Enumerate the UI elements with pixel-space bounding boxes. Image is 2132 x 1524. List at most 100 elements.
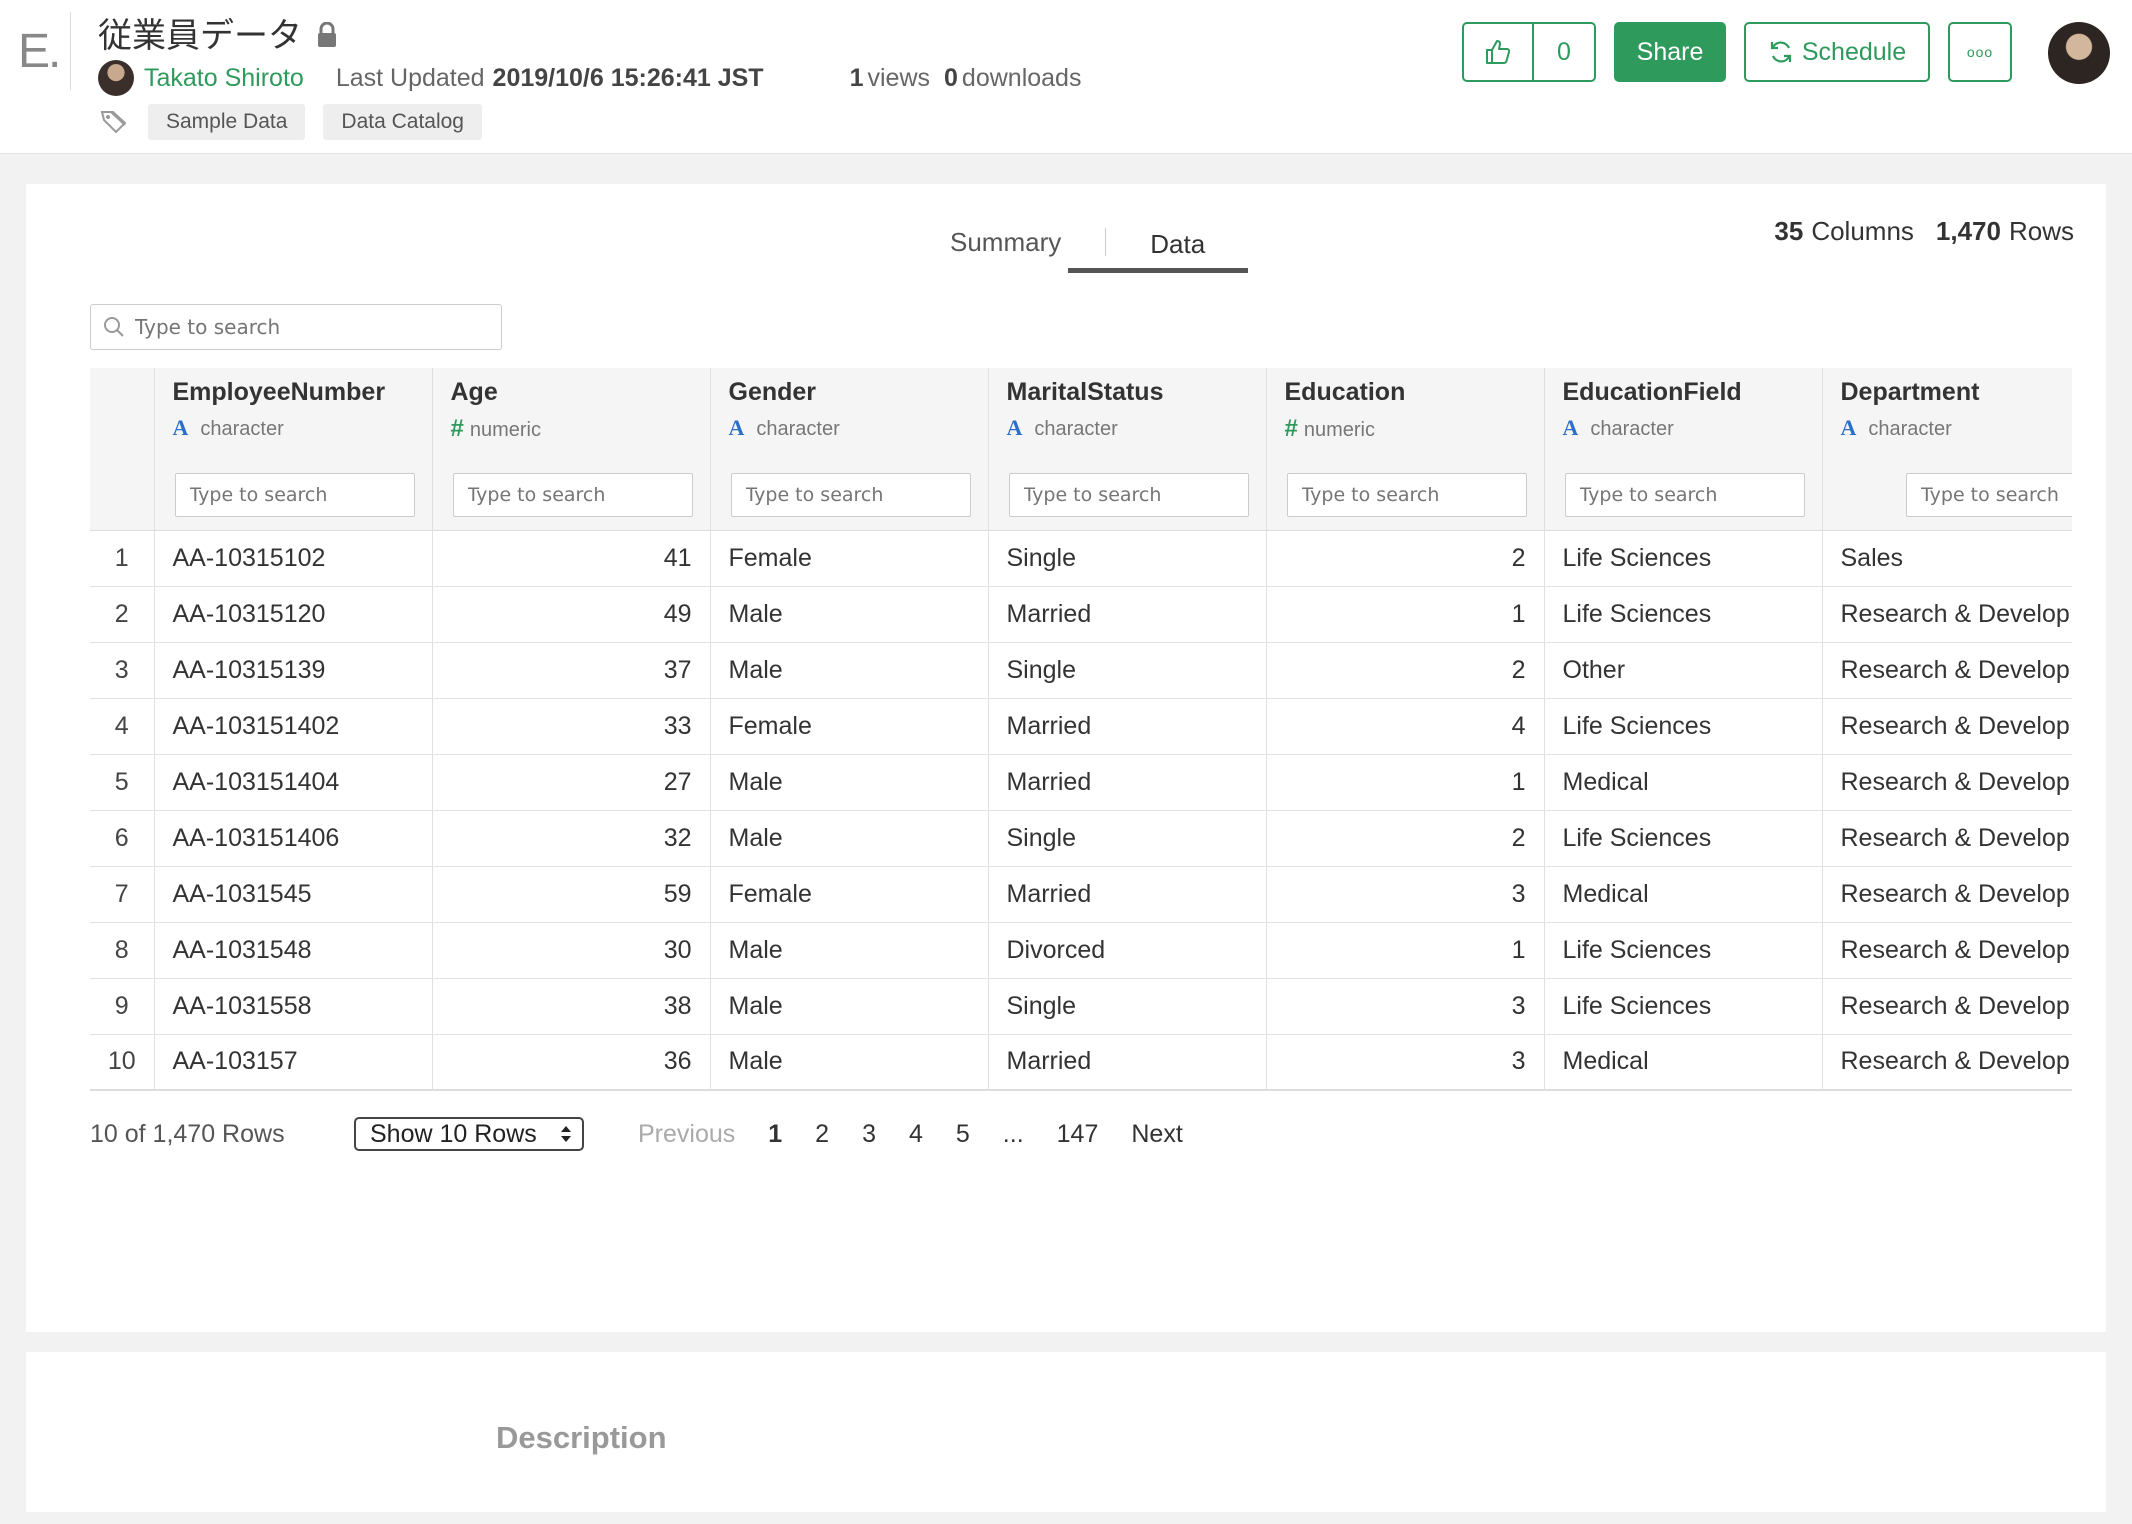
page-number-button[interactable]: 1 — [768, 1120, 782, 1149]
page-number-button[interactable]: 147 — [1057, 1120, 1099, 1149]
column-search-input-employeenumber[interactable] — [174, 472, 415, 517]
tag-sample-data[interactable]: Sample Data — [148, 104, 306, 140]
column-type: Acharacter — [1840, 415, 1952, 440]
column-header-maritalstatus[interactable]: MaritalStatus Acharacter — [988, 368, 1267, 460]
column-type-label: character — [756, 418, 840, 440]
row-index: 1 — [90, 530, 155, 587]
data-card: Summary Data 35 Columns 1,470 Rows Emplo… — [26, 184, 2106, 1332]
row-index: 3 — [90, 642, 155, 699]
table-cell: Research & Develop — [1822, 810, 2072, 867]
table-row[interactable]: 9 AA-1031558 38 Male Single 3 Life Sciences Res… — [90, 978, 2072, 1035]
tab-summary[interactable]: Summary — [906, 227, 1107, 257]
previous-page-button[interactable]: Previous — [638, 1120, 735, 1149]
column-type-label: character — [1868, 418, 1952, 440]
column-header-education[interactable]: Education # numeric — [1266, 368, 1545, 460]
table-cell: 59 — [432, 866, 711, 923]
page-number-button[interactable]: 5 — [956, 1120, 970, 1149]
view-tabs: Summary Data — [906, 214, 1249, 274]
column-header-gender[interactable]: Gender Acharacter — [710, 368, 989, 460]
share-button[interactable]: Share — [1614, 22, 1726, 82]
table-cell: Life Sciences — [1544, 810, 1823, 867]
table-row[interactable]: 4 AA-103151402 33 Female Married 4 Life Scienc… — [90, 698, 2072, 755]
table-cell: Research & Develop — [1822, 642, 2072, 699]
column-search-input-department[interactable] — [1906, 472, 2072, 517]
tag-icon — [100, 111, 127, 134]
row-index: 5 — [90, 754, 155, 811]
app-logo[interactable]: E. — [18, 24, 61, 79]
table-cell: AA-1031558 — [154, 978, 433, 1035]
page-number-button[interactable]: 3 — [862, 1120, 876, 1149]
views-label: views — [867, 63, 931, 92]
tag-data-catalog[interactable]: Data Catalog — [323, 104, 482, 140]
column-header-educationfield[interactable]: EducationField Acharacter — [1544, 368, 1823, 460]
column-header-employeenumber[interactable]: EmployeeNumber Acharacter — [154, 368, 433, 460]
more-options-button[interactable]: ooo — [1948, 22, 2012, 82]
character-type-icon: A — [172, 415, 189, 440]
column-search-cell — [1266, 460, 1545, 531]
author-avatar[interactable] — [98, 60, 134, 96]
column-search-input-gender[interactable] — [730, 472, 971, 517]
table-cell: AA-103151406 — [154, 810, 433, 867]
tags-row: Sample Data Data Catalog — [100, 104, 482, 140]
like-button[interactable] — [1464, 24, 1534, 80]
table-cell: 37 — [432, 642, 711, 699]
table-row[interactable]: 8 AA-1031548 30 Male Divorced 1 Life Sciences R… — [90, 922, 2072, 979]
table-cell: Medical — [1544, 754, 1823, 811]
schedule-button[interactable]: Schedule — [1744, 22, 1930, 82]
column-search-row — [90, 460, 2072, 531]
table-cell: Married — [988, 698, 1267, 755]
table-row[interactable]: 1 AA-10315102 41 Female Single 2 Life Sciences… — [90, 530, 2072, 587]
table-row[interactable]: 3 AA-10315139 37 Male Single 2 Other Research &… — [90, 642, 2072, 699]
table-cell: Male — [710, 922, 989, 979]
character-type-icon: A — [1840, 415, 1857, 440]
column-header-age[interactable]: Age # numeric — [432, 368, 711, 460]
character-type-icon: A — [1006, 415, 1023, 440]
table-row[interactable]: 6 AA-103151406 32 Male Single 2 Life Sciences R… — [90, 810, 2072, 867]
table-cell: 3 — [1266, 978, 1545, 1035]
table-cell: 33 — [432, 698, 711, 755]
tab-data[interactable]: Data — [1106, 214, 1249, 274]
table-row[interactable]: 5 AA-103151404 27 Male Married 1 Medical Resear… — [90, 754, 2072, 811]
table-cell: Other — [1544, 642, 1823, 699]
table-row[interactable]: 10 AA-103157 36 Male Married 3 Medical Research… — [90, 1034, 2072, 1091]
table-row[interactable]: 7 AA-1031545 59 Female Married 3 Medical Resear… — [90, 866, 2072, 923]
row-index: 4 — [90, 698, 155, 755]
global-search-input[interactable] — [135, 315, 475, 339]
user-avatar[interactable] — [2048, 22, 2110, 84]
last-updated-value: 2019/10/6 15:26:41 JST — [492, 63, 764, 92]
author-link[interactable]: Takato Shiroto — [144, 64, 304, 93]
refresh-icon — [1770, 41, 1791, 63]
page-number-button[interactable]: 2 — [815, 1120, 829, 1149]
pagination: 10 of 1,470 Rows Show 10 Rows Previous 1… — [90, 1114, 1216, 1154]
column-name: Department — [1840, 378, 1980, 406]
column-search-input-maritalstatus[interactable] — [1008, 472, 1249, 517]
table-cell: 27 — [432, 754, 711, 811]
row-index: 7 — [90, 866, 155, 923]
numeric-type-icon: # — [450, 415, 464, 442]
row-index: 2 — [90, 586, 155, 643]
table-cell: 30 — [432, 922, 711, 979]
last-updated-label: Last Updated — [335, 63, 485, 92]
table-cell: 41 — [432, 530, 711, 587]
table-cell: 4 — [1266, 698, 1545, 755]
column-search-input-age[interactable] — [452, 472, 693, 517]
table-row[interactable]: 2 AA-10315120 49 Male Married 1 Life Sciences R… — [90, 586, 2072, 643]
header-actions: 0 Share Schedule ooo — [1462, 22, 2012, 82]
table-cell: Married — [988, 754, 1267, 811]
data-table-wrapper[interactable]: EmployeeNumber Acharacter Age # numeric Gende… — [90, 368, 2072, 1091]
page-number-button[interactable]: 4 — [909, 1120, 923, 1149]
column-header-department[interactable]: Department Acharacter — [1822, 368, 2072, 460]
column-type-label: character — [1034, 418, 1118, 440]
rows-count: 1,470 — [1935, 216, 2001, 246]
show-rows-select[interactable]: Show 10 Rows — [354, 1117, 584, 1151]
column-name: Education — [1284, 378, 1406, 406]
table-cell: 3 — [1266, 866, 1545, 923]
table-cell: AA-10315102 — [154, 530, 433, 587]
next-page-button[interactable]: Next — [1131, 1120, 1182, 1149]
row-index: 6 — [90, 810, 155, 867]
table-cell: Married — [988, 586, 1267, 643]
column-search-input-education[interactable] — [1286, 472, 1527, 517]
column-search-input-educationfield[interactable] — [1564, 472, 1805, 517]
table-cell: 49 — [432, 586, 711, 643]
table-cell: Male — [710, 1034, 989, 1091]
